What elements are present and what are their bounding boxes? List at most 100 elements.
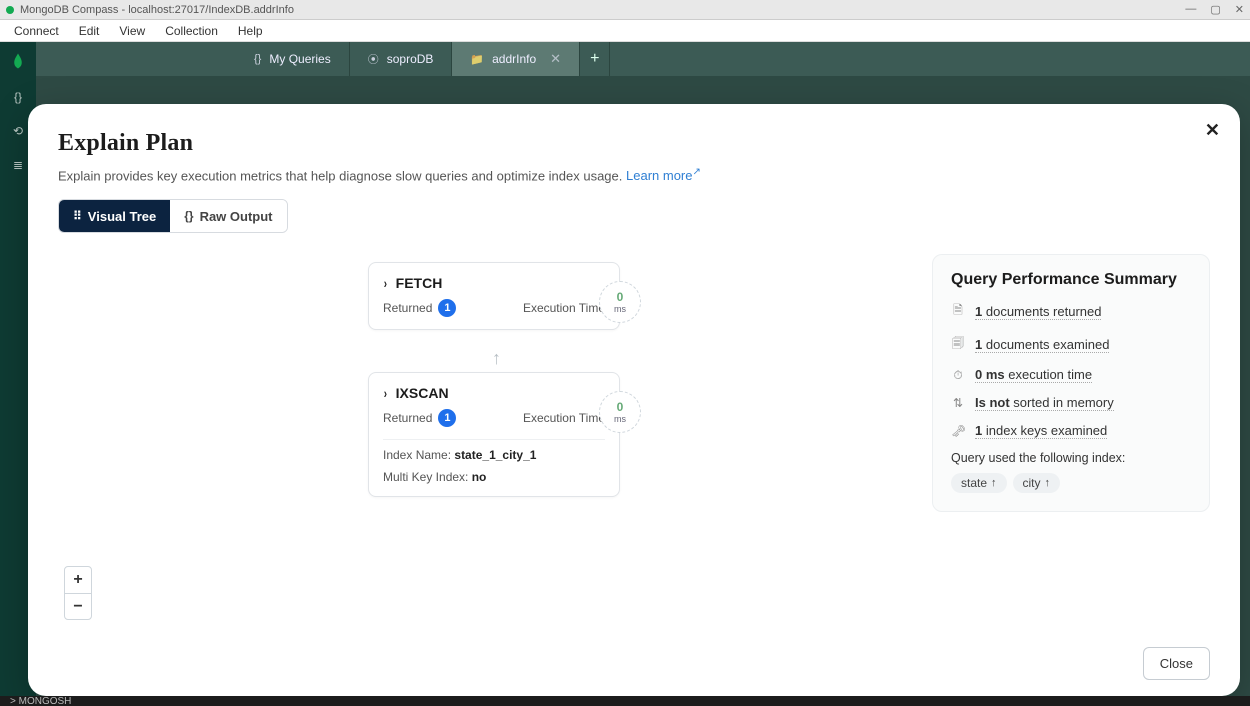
learn-more-label: Learn more bbox=[626, 168, 692, 183]
braces-icon: {} bbox=[184, 209, 193, 223]
tabstrip: {} My Queries ⦿ soproDB 📁 addrInfo ✕ + bbox=[36, 42, 1250, 76]
chevron-right-icon[interactable]: › bbox=[384, 275, 387, 291]
app-shell: {} ⟲ ≣ {} My Queries ⦿ soproDB 📁 addrInf… bbox=[0, 42, 1250, 706]
stage-fetch[interactable]: › FETCH Returned 1 Execution Time 0 ms bbox=[368, 262, 620, 330]
returned-label: Returned bbox=[383, 301, 432, 315]
chip-field: city bbox=[1023, 476, 1041, 490]
docs-returned-value: 1 bbox=[975, 304, 982, 319]
sidebar-databases-icon[interactable]: ≣ bbox=[13, 158, 23, 172]
summary-title: Query Performance Summary bbox=[951, 271, 1191, 289]
zoom-in-button[interactable]: + bbox=[65, 567, 91, 593]
key-icon: 🗝 bbox=[951, 424, 965, 438]
summary-documents-returned: 🗎 1 documents returned bbox=[951, 301, 1191, 322]
explain-plan-modal: ✕ Explain Plan Explain provides key exec… bbox=[28, 104, 1240, 696]
docs-examined-value: 1 bbox=[975, 337, 982, 352]
tab-label: addrInfo bbox=[492, 52, 536, 66]
index-name-value: state_1_city_1 bbox=[454, 448, 536, 462]
clock-unit: ms bbox=[614, 414, 626, 424]
multikey-label: Multi Key Index: bbox=[383, 470, 468, 484]
execution-time-clock: 0 ms bbox=[599, 391, 641, 433]
sort-icon: ⇅ bbox=[951, 396, 965, 410]
sorted-text: sorted in memory bbox=[1013, 395, 1113, 410]
index-chip-state: state ↑ bbox=[951, 473, 1007, 493]
app-leaf-icon bbox=[6, 6, 14, 14]
sidebar-performance-icon[interactable]: ⟲ bbox=[13, 124, 23, 138]
menu-help[interactable]: Help bbox=[228, 24, 273, 38]
visual-tree-label: Visual Tree bbox=[88, 209, 156, 224]
multikey-value: no bbox=[472, 470, 487, 484]
summary-documents-examined: 🗐 1 documents examined bbox=[951, 334, 1191, 355]
keys-examined-text: index keys examined bbox=[986, 423, 1107, 438]
plan-canvas[interactable]: › FETCH Returned 1 Execution Time 0 ms bbox=[58, 254, 920, 636]
document-icon: 🗎 bbox=[951, 301, 965, 322]
folder-icon: 📁 bbox=[470, 53, 484, 66]
menu-edit[interactable]: Edit bbox=[69, 24, 110, 38]
query-performance-summary: Query Performance Summary 🗎 1 documents … bbox=[932, 254, 1210, 512]
raw-output-label: Raw Output bbox=[200, 209, 273, 224]
menu-collection[interactable]: Collection bbox=[155, 24, 228, 38]
zoom-out-button[interactable]: − bbox=[65, 593, 91, 619]
visual-tree-tab[interactable]: ⠿ Visual Tree bbox=[59, 200, 170, 232]
learn-more-link[interactable]: Learn more↗ bbox=[626, 168, 701, 183]
modal-title: Explain Plan bbox=[58, 130, 1210, 157]
mongosh-bar[interactable]: > MONGOSH bbox=[0, 696, 1250, 706]
execution-time-clock: 0 ms bbox=[599, 281, 641, 323]
sidebar-braces-icon[interactable]: {} bbox=[14, 90, 22, 104]
db-icon: ⦿ bbox=[368, 51, 379, 67]
sorted-value: Is not bbox=[975, 395, 1010, 410]
stage-name: FETCH bbox=[396, 275, 443, 291]
mongodb-leaf-icon bbox=[9, 52, 27, 70]
arrow-up-icon: ↑ bbox=[1045, 477, 1051, 489]
view-toggle: ⠿ Visual Tree {} Raw Output bbox=[58, 199, 288, 233]
subtitle-text: Explain provides key execution metrics t… bbox=[58, 168, 622, 183]
tab-label: soproDB bbox=[387, 52, 434, 66]
tab-close-icon[interactable]: ✕ bbox=[550, 51, 561, 67]
tab-label: My Queries bbox=[269, 52, 330, 66]
index-chip-city: city ↑ bbox=[1013, 473, 1061, 493]
menu-connect[interactable]: Connect bbox=[4, 24, 69, 38]
external-link-icon: ↗ bbox=[693, 167, 701, 178]
index-used-label: Query used the following index: bbox=[951, 451, 1191, 465]
keys-examined-value: 1 bbox=[975, 423, 982, 438]
window-maximize-button[interactable]: ▢ bbox=[1210, 3, 1220, 16]
menubar: Connect Edit View Collection Help bbox=[0, 20, 1250, 42]
index-chips: state ↑ city ↑ bbox=[951, 473, 1191, 493]
exec-time-value: 0 ms bbox=[975, 367, 1005, 382]
modal-subtitle: Explain provides key execution metrics t… bbox=[58, 167, 1210, 183]
index-name-label: Index Name: bbox=[383, 448, 451, 462]
window-minimize-button[interactable]: — bbox=[1185, 3, 1196, 16]
returned-label: Returned bbox=[383, 411, 432, 425]
window-title: MongoDB Compass - localhost:27017/IndexD… bbox=[20, 4, 1185, 16]
tree-icon: ⠿ bbox=[73, 209, 82, 223]
chip-field: state bbox=[961, 476, 987, 490]
close-button[interactable]: Close bbox=[1143, 647, 1210, 680]
clock-number: 0 bbox=[617, 290, 624, 304]
stage-ixscan[interactable]: › IXSCAN Returned 1 Execution Time 0 ms bbox=[368, 372, 620, 497]
zoom-controls: + − bbox=[64, 566, 92, 620]
exec-time-label: Execution Time bbox=[523, 301, 605, 315]
stage-name: IXSCAN bbox=[396, 385, 449, 401]
docs-returned-text: documents returned bbox=[986, 304, 1102, 319]
tab-addrinfo[interactable]: 📁 addrInfo ✕ bbox=[452, 42, 580, 76]
raw-output-tab[interactable]: {} Raw Output bbox=[170, 200, 286, 232]
modal-close-icon[interactable]: ✕ bbox=[1205, 120, 1220, 141]
exec-time-text: execution time bbox=[1008, 367, 1092, 382]
arrow-up-icon: ↑ bbox=[991, 477, 997, 489]
window-close-button[interactable]: ✕ bbox=[1235, 3, 1244, 16]
tab-my-queries[interactable]: {} My Queries bbox=[236, 42, 350, 76]
menu-view[interactable]: View bbox=[109, 24, 155, 38]
chevron-right-icon[interactable]: › bbox=[384, 385, 387, 401]
braces-icon: {} bbox=[254, 53, 261, 65]
returned-badge: 1 bbox=[438, 409, 456, 427]
summary-execution-time: ⏱ 0 ms execution time bbox=[951, 367, 1191, 383]
examine-icon: 🗐 bbox=[951, 334, 965, 355]
arrow-up-icon: ↑ bbox=[492, 348, 501, 369]
new-tab-button[interactable]: + bbox=[580, 42, 610, 76]
exec-time-label: Execution Time bbox=[523, 411, 605, 425]
summary-index-keys-examined: 🗝 1 index keys examined bbox=[951, 423, 1191, 439]
returned-badge: 1 bbox=[438, 299, 456, 317]
clock-icon: ⏱ bbox=[951, 368, 965, 383]
summary-sorted-in-memory: ⇅ Is not sorted in memory bbox=[951, 395, 1191, 411]
tab-soprodb[interactable]: ⦿ soproDB bbox=[350, 42, 453, 76]
docs-examined-text: documents examined bbox=[986, 337, 1110, 352]
